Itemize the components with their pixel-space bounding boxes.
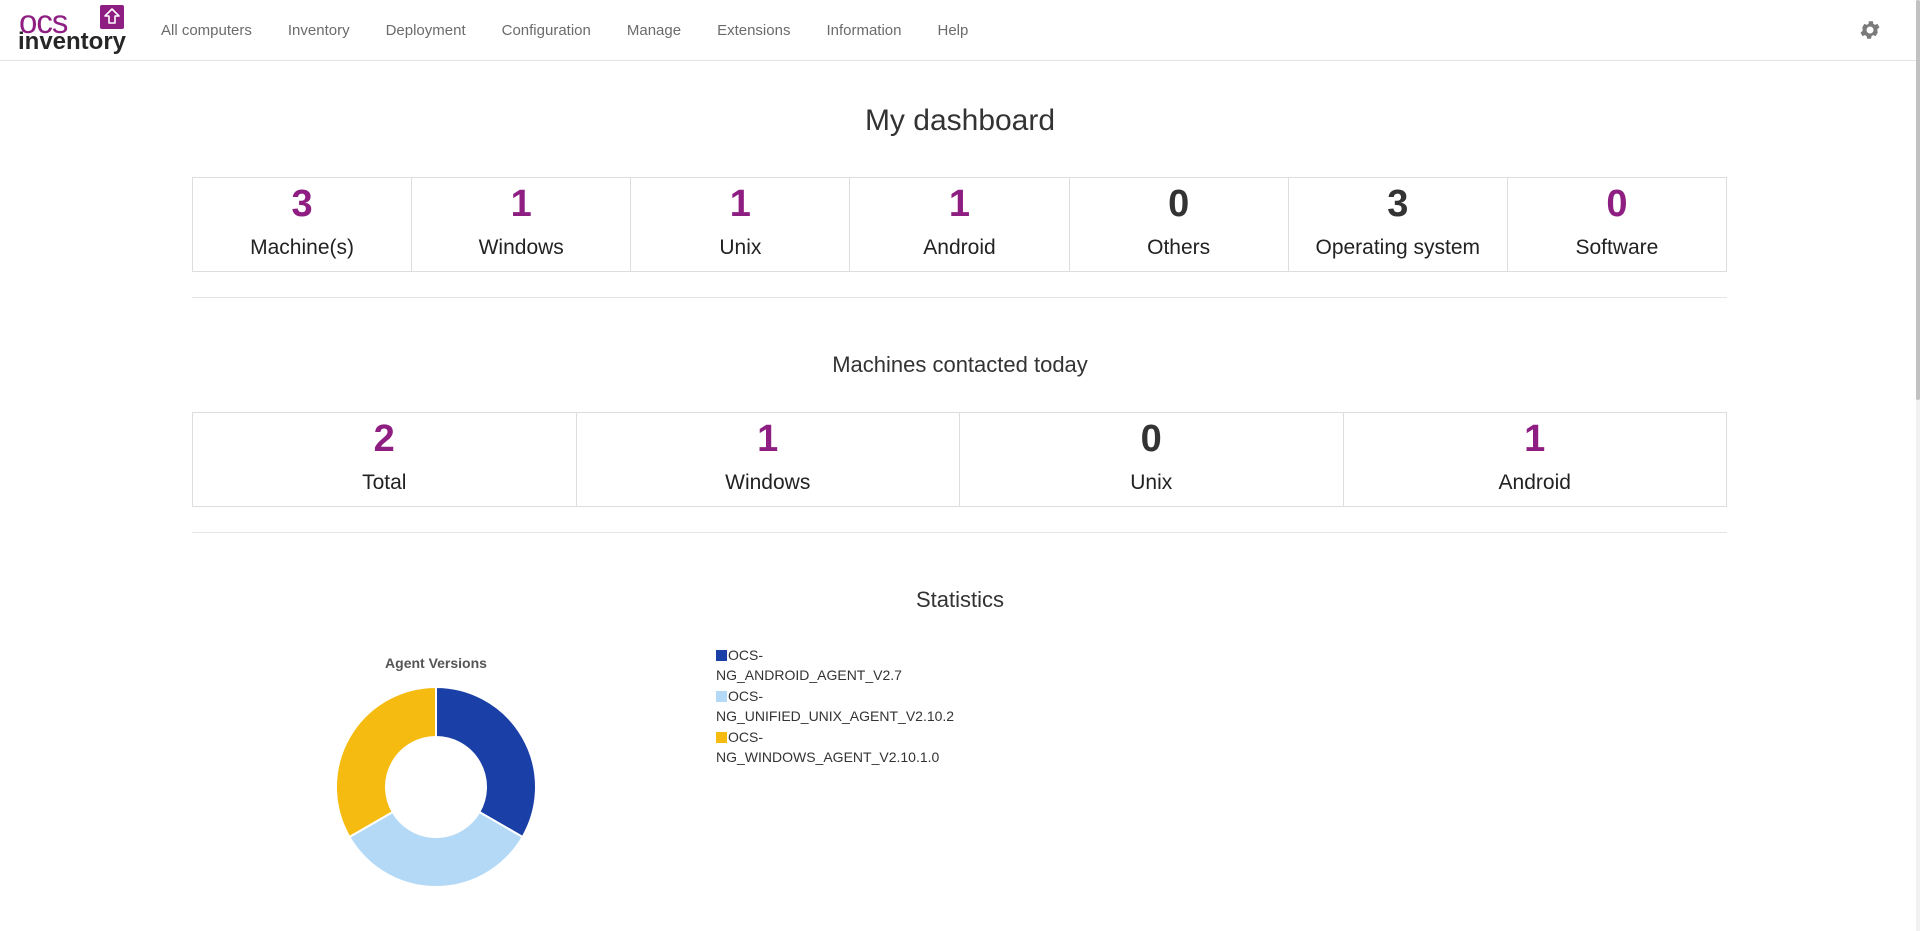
nav-item-information[interactable]: Information bbox=[808, 22, 919, 39]
legend-item-android-agent[interactable]: OCS- NG_ANDROID_AGENT_V2.7 bbox=[716, 645, 996, 685]
stat-value: 1 bbox=[729, 183, 751, 225]
page-title: My dashboard bbox=[864, 104, 1056, 137]
stat-value: 3 bbox=[1387, 183, 1409, 225]
legend-swatch bbox=[716, 691, 727, 702]
donut-slice-1[interactable] bbox=[348, 810, 524, 888]
page-scrollbar[interactable] bbox=[1916, 0, 1920, 931]
stat-label: Windows bbox=[725, 471, 811, 494]
section-divider bbox=[192, 532, 1727, 533]
ocs-inventory-logo[interactable]: ocs inventory bbox=[16, 4, 128, 56]
stat-label: Android bbox=[923, 236, 996, 259]
nav-item-help[interactable]: Help bbox=[920, 22, 987, 39]
stat-others: 0 Others bbox=[1070, 178, 1289, 271]
scrollbar-thumb[interactable] bbox=[1916, 0, 1920, 400]
stat-operating-system: 3 Operating system bbox=[1289, 178, 1508, 271]
stat-value: 2 bbox=[373, 418, 395, 460]
contacted-today-heading: Machines contacted today bbox=[832, 352, 1088, 377]
top-navbar: ocs inventory All computers Inventory De… bbox=[0, 0, 1916, 61]
legend-label-line2: NG_UNIFIED_UNIX_AGENT_V2.10.2 bbox=[716, 708, 955, 724]
stat-label: Total bbox=[362, 471, 407, 494]
nav-item-extensions[interactable]: Extensions bbox=[699, 22, 808, 39]
donut-slice-2[interactable] bbox=[335, 686, 437, 839]
contacted-android[interactable]: 1 Android bbox=[1344, 413, 1727, 506]
stat-value: 1 bbox=[510, 183, 532, 225]
legend-item-unix-agent[interactable]: OCS- NG_UNIFIED_UNIX_AGENT_V2.10.2 bbox=[716, 686, 996, 726]
stat-label: Unix bbox=[1130, 471, 1173, 494]
stat-android[interactable]: 1 Android bbox=[850, 178, 1070, 271]
logo-upload-box-icon bbox=[100, 5, 124, 29]
nav-item-configuration[interactable]: Configuration bbox=[484, 22, 609, 39]
nav-item-manage[interactable]: Manage bbox=[609, 22, 699, 39]
nav-item-deployment[interactable]: Deployment bbox=[368, 22, 484, 39]
stat-machines[interactable]: 3 Machine(s) bbox=[193, 178, 413, 271]
stat-value: 0 bbox=[1140, 418, 1162, 460]
legend-label-line1: OCS- bbox=[728, 647, 763, 663]
donut-slice-0[interactable] bbox=[435, 686, 537, 839]
stat-label: Machine(s) bbox=[250, 236, 354, 259]
contacted-stats-table: 2 Total 1 Windows 0 Unix 1 Android bbox=[192, 412, 1727, 507]
legend-swatch bbox=[716, 650, 727, 661]
stat-value: 0 bbox=[1606, 183, 1628, 225]
logo-text-inventory: inventory bbox=[18, 28, 127, 55]
statistics-heading: Statistics bbox=[915, 587, 1005, 612]
dashboard-stats-table: 3 Machine(s) 1 Windows 1 Unix 1 Android … bbox=[192, 177, 1727, 272]
contacted-windows[interactable]: 1 Windows bbox=[577, 413, 960, 506]
stat-value: 1 bbox=[948, 183, 971, 225]
stat-label: Windows bbox=[478, 236, 564, 259]
stat-value: 1 bbox=[1524, 418, 1546, 460]
agent-versions-donut-chart bbox=[335, 686, 537, 888]
legend-swatch bbox=[716, 732, 727, 743]
stat-label: Unix bbox=[719, 236, 762, 259]
chart-title: Agent Versions bbox=[385, 655, 487, 671]
chart-legend: OCS- NG_ANDROID_AGENT_V2.7 OCS- NG_UNIFI… bbox=[716, 645, 996, 768]
main-menu: All computers Inventory Deployment Confi… bbox=[143, 0, 986, 60]
stat-software[interactable]: 0 Software bbox=[1508, 178, 1726, 271]
legend-label-line1: OCS- bbox=[728, 729, 763, 745]
legend-label-line1: OCS- bbox=[728, 688, 763, 704]
stat-value: 1 bbox=[757, 418, 779, 460]
stat-unix[interactable]: 1 Unix bbox=[631, 178, 851, 271]
nav-item-all-computers[interactable]: All computers bbox=[143, 22, 270, 39]
stat-label: Software bbox=[1575, 236, 1659, 259]
section-divider bbox=[192, 297, 1727, 298]
nav-item-inventory[interactable]: Inventory bbox=[270, 22, 368, 39]
legend-label-line2: NG_ANDROID_AGENT_V2.7 bbox=[716, 667, 902, 683]
stat-label: Others bbox=[1147, 236, 1211, 259]
contacted-unix: 0 Unix bbox=[960, 413, 1344, 506]
stat-windows[interactable]: 1 Windows bbox=[412, 178, 632, 271]
legend-item-windows-agent[interactable]: OCS- NG_WINDOWS_AGENT_V2.10.1.0 bbox=[716, 727, 996, 767]
gear-icon[interactable] bbox=[1858, 18, 1882, 42]
stat-value: 0 bbox=[1168, 183, 1190, 225]
stat-label: Operating system bbox=[1315, 236, 1481, 259]
stat-value: 3 bbox=[291, 183, 313, 225]
legend-label-line2: NG_WINDOWS_AGENT_V2.10.1.0 bbox=[716, 749, 940, 765]
stat-label: Android bbox=[1498, 471, 1571, 494]
contacted-total[interactable]: 2 Total bbox=[193, 413, 577, 506]
